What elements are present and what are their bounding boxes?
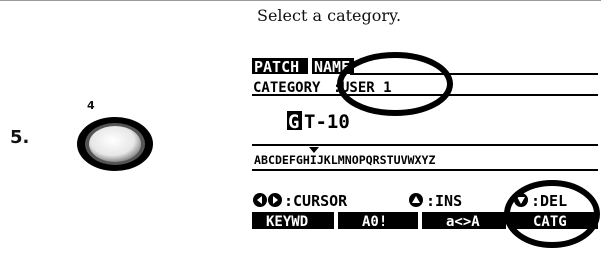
patch-name-rest: T-10 <box>304 111 350 133</box>
tab-case-label: a<>A <box>446 214 480 230</box>
ins-triangle-icon <box>409 193 423 207</box>
ins-label: :INS <box>426 192 462 210</box>
category-label: CATEGORY <box>253 80 321 96</box>
tab-a0-label: A0! <box>362 214 387 230</box>
tab-catg-label: CATG <box>533 214 567 230</box>
tab-keywd-label: KEYWD <box>266 214 308 230</box>
cursor-arrows-icon <box>253 193 282 207</box>
patch-name-first-char: G <box>288 111 299 133</box>
lcd-screen: PATCH NAME CATEGORY : USER 1 G T-10 ABCD… <box>252 52 600 248</box>
del-label: :DEL <box>531 192 567 210</box>
header-label: PATCH <box>254 58 299 76</box>
char-row: ABCDEFGHIJKLMNOPQRSTUVWXYZ <box>254 153 436 167</box>
cursor-label: :CURSOR <box>284 192 348 210</box>
category-value: USER 1 <box>341 80 392 96</box>
